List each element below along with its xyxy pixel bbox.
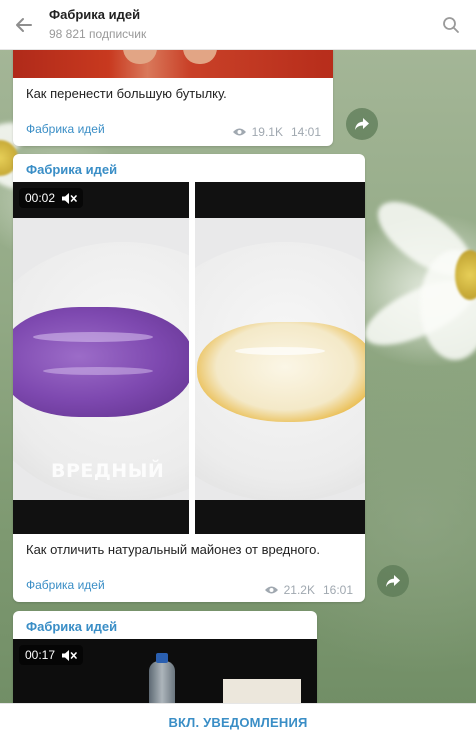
message-meta: 21.2K 16:01 xyxy=(264,583,353,597)
view-count: 21.2K xyxy=(283,583,315,597)
message-bubble[interactable]: Фабрика идей ВРЕДНЫЙ 00:02 Как отличить … xyxy=(13,154,365,602)
chat-header: Фабрика идей 98 821 подписчик xyxy=(0,0,476,50)
back-button[interactable] xyxy=(10,11,38,39)
view-count: 19.1K xyxy=(251,125,283,139)
eye-icon xyxy=(232,128,246,136)
message-author[interactable]: Фабрика идей xyxy=(26,578,105,592)
video-duration: 00:17 xyxy=(25,648,56,662)
message-author[interactable]: Фабрика идей xyxy=(26,122,105,136)
eye-icon xyxy=(264,586,278,594)
search-icon xyxy=(443,17,459,33)
channel-title[interactable]: Фабрика идей xyxy=(49,7,140,22)
message-meta: 19.1K 14:01 xyxy=(232,125,321,139)
video-duration-badge: 00:17 xyxy=(19,645,84,665)
share-arrow-icon xyxy=(355,118,369,130)
bottom-bar: ВКЛ. УВЕДОМЛЕНИЯ xyxy=(0,703,476,741)
mute-icon[interactable] xyxy=(61,649,77,662)
share-button[interactable] xyxy=(346,108,378,140)
video-caption: ВРЕДНЫЙ xyxy=(51,460,165,482)
message-time: 14:01 xyxy=(290,125,321,139)
search-button[interactable] xyxy=(438,12,464,38)
arrow-left-icon xyxy=(16,18,32,32)
enable-notifications-button[interactable]: ВКЛ. УВЕДОМЛЕНИЯ xyxy=(168,715,307,730)
subscriber-count: 98 821 подписчик xyxy=(49,27,147,41)
message-text: Как перенести большую бутылку. xyxy=(26,86,227,101)
video-duration-badge: 00:02 xyxy=(19,188,84,208)
video-player[interactable]: ВРЕДНЫЙ 00:02 xyxy=(13,182,365,534)
message-text: Как отличить натуральный майонез от вред… xyxy=(26,542,320,557)
message-author[interactable]: Фабрика идей xyxy=(26,162,117,177)
message-bubble[interactable]: Как перенести большую бутылку. Фабрика и… xyxy=(13,40,333,146)
message-bubble[interactable]: Фабрика идей 00:17 xyxy=(13,611,317,711)
share-button[interactable] xyxy=(377,565,409,597)
video-duration: 00:02 xyxy=(25,191,56,205)
mute-icon[interactable] xyxy=(61,192,77,205)
video-player[interactable]: 00:17 xyxy=(13,639,317,711)
message-author[interactable]: Фабрика идей xyxy=(26,619,117,634)
message-time: 16:01 xyxy=(322,583,353,597)
share-arrow-icon xyxy=(386,575,400,587)
